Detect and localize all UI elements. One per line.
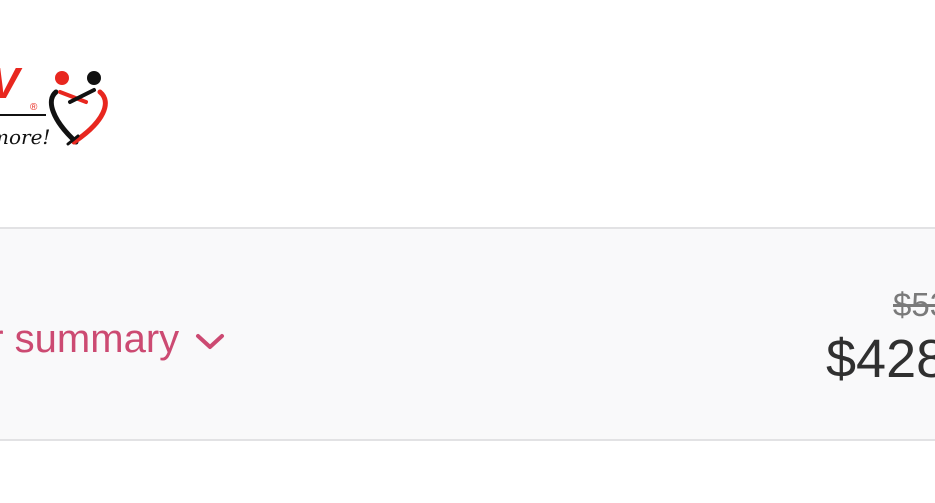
- logo-tagline: more!: [0, 125, 50, 149]
- total-price: $428: [826, 329, 935, 389]
- store-logo[interactable]: V ® more!: [0, 58, 120, 150]
- content-area: [0, 441, 935, 503]
- logo-letter: V: [0, 59, 23, 108]
- order-summary-label: er summary: [0, 317, 180, 361]
- chevron-down-icon: [196, 334, 225, 349]
- order-summary-toggle[interactable]: er summary: [0, 315, 225, 363]
- header: V ® more!: [0, 0, 935, 227]
- order-summary-bar: er summary $53 $428: [0, 227, 935, 441]
- logo-underline: [0, 114, 46, 116]
- checkout-page: V ® more! er summary $53 $42: [0, 0, 935, 503]
- logo-registered-mark: ®: [30, 102, 38, 113]
- original-price: $53: [893, 286, 935, 323]
- logo-heart-figures-icon: [48, 71, 108, 146]
